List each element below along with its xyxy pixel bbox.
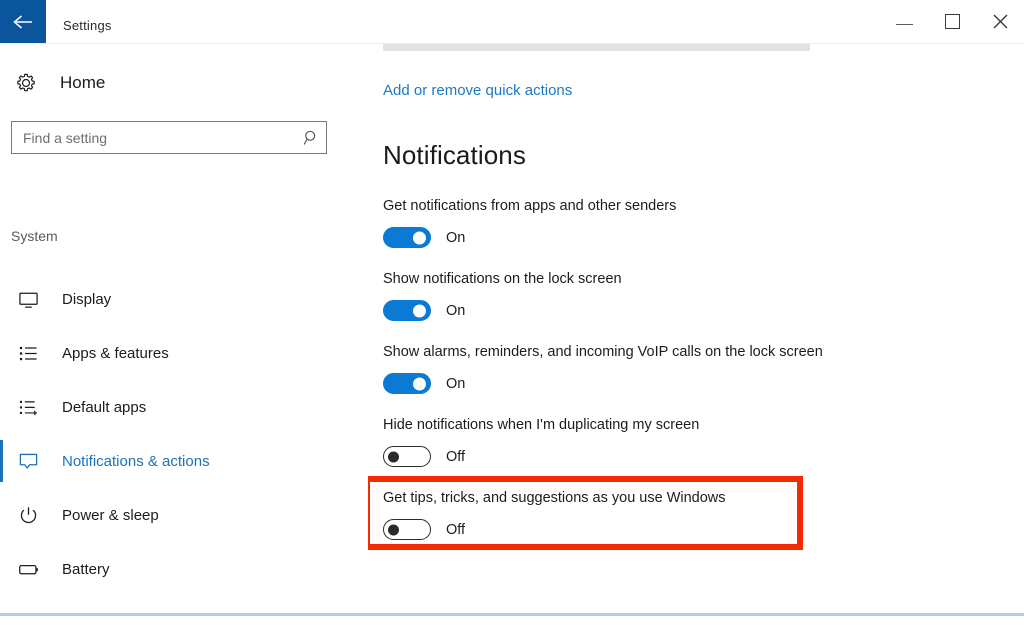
app-title: Settings (63, 18, 112, 33)
toggle-knob (388, 524, 399, 535)
search-box[interactable] (11, 121, 327, 154)
close-button[interactable] (976, 0, 1024, 43)
toggle-row: Off (383, 446, 853, 467)
main-content: Add or remove quick actions Notification… (368, 44, 1024, 614)
sidebar-section-label: System (11, 228, 58, 244)
toggle-row: On (383, 227, 853, 248)
toggle-state-label: On (446, 229, 466, 246)
active-indicator (0, 386, 3, 428)
toggle-knob (413, 231, 426, 244)
toggle-alarms-voip-lock-screen[interactable] (383, 373, 431, 394)
sidebar-item-battery-label: Battery (62, 560, 110, 578)
toggle-knob (388, 451, 399, 462)
sidebar-nav-list: Display Apps & features Default apps Not… (0, 272, 368, 637)
toggle-state-label: Off (446, 448, 466, 465)
sidebar-item-default-apps[interactable]: Default apps (0, 380, 368, 434)
active-indicator (0, 548, 3, 590)
toggle-state-label: On (446, 302, 466, 319)
sidebar-item-notifications-actions[interactable]: Notifications & actions (0, 434, 368, 488)
settings-window: Settings Home Find a setting System Disp… (0, 0, 1024, 637)
below-divider-area (0, 616, 1024, 637)
toggle-hide-notifications-duplicating[interactable] (383, 446, 431, 467)
sidebar-item-display[interactable]: Display (0, 272, 368, 326)
monitor-icon (13, 289, 43, 310)
toggle-get-tips-tricks-suggestions[interactable] (383, 519, 431, 540)
sidebar: Home System Display (0, 44, 368, 632)
toggle-row: On (383, 300, 853, 321)
setting-label: Show alarms, reminders, and incoming VoI… (383, 344, 823, 360)
window-controls (880, 0, 1024, 43)
setting-row-highlighted: Get tips, tricks, and suggestions as you… (368, 476, 853, 550)
settings-list: Get notifications from apps and other se… (368, 196, 853, 561)
sidebar-item-display-label: Display (62, 290, 112, 308)
toggle-state-label: On (446, 375, 466, 392)
gear-icon (11, 72, 41, 94)
minimize-button[interactable] (880, 0, 928, 43)
setting-label: Get tips, tricks, and suggestions as you… (383, 490, 726, 506)
sidebar-item-home[interactable]: Home (11, 68, 105, 98)
sidebar-item-notifications-actions-label: Notifications & actions (62, 452, 210, 470)
setting-row: Get notifications from apps and other se… (383, 196, 853, 248)
sidebar-item-apps-features[interactable]: Apps & features (0, 326, 368, 380)
active-indicator (0, 332, 3, 374)
sidebar-item-default-apps-label: Default apps (62, 398, 147, 416)
search-icon (296, 129, 326, 146)
setting-label: Show notifications on the lock screen (383, 271, 622, 287)
minimize-icon (895, 23, 913, 25)
power-icon (13, 505, 43, 526)
maximize-icon (944, 14, 960, 29)
setting-label: Get notifications from apps and other se… (383, 198, 677, 214)
toggle-get-notifications[interactable] (383, 227, 431, 248)
setting-label: Hide notifications when I'm duplicating … (383, 417, 700, 433)
active-indicator (0, 494, 3, 536)
back-button[interactable] (0, 0, 46, 43)
battery-icon (13, 559, 43, 580)
close-icon (993, 14, 1008, 29)
toggle-knob (413, 304, 426, 317)
page-title: Notifications (383, 140, 526, 170)
toggle-state-label: Off (446, 521, 466, 538)
speech-bubble-icon (13, 451, 43, 472)
sidebar-item-power-sleep-label: Power & sleep (62, 506, 159, 524)
sidebar-item-battery[interactable]: Battery (0, 542, 368, 596)
content-top-strip (383, 44, 810, 51)
sidebar-item-power-sleep[interactable]: Power & sleep (0, 488, 368, 542)
toggle-row: On (383, 373, 853, 394)
maximize-button[interactable] (928, 0, 976, 43)
toggle-lock-screen-notifications[interactable] (383, 300, 431, 321)
toggle-knob (413, 377, 426, 390)
sidebar-item-home-label: Home (60, 73, 106, 92)
search-input[interactable] (12, 129, 296, 146)
title-bar: Settings (0, 0, 1024, 44)
toggle-row: Off (383, 519, 853, 540)
setting-row: Show notifications on the lock screen On (383, 269, 853, 321)
active-indicator (0, 440, 3, 482)
sidebar-item-apps-features-label: Apps & features (62, 344, 169, 362)
list-plus-icon (13, 397, 43, 418)
add-remove-quick-actions-link[interactable]: Add or remove quick actions (383, 82, 572, 99)
list-icon (13, 343, 43, 364)
setting-row: Show alarms, reminders, and incoming VoI… (383, 342, 853, 394)
setting-row: Hide notifications when I'm duplicating … (383, 415, 853, 467)
active-indicator (0, 278, 3, 320)
back-arrow-icon (12, 14, 34, 30)
